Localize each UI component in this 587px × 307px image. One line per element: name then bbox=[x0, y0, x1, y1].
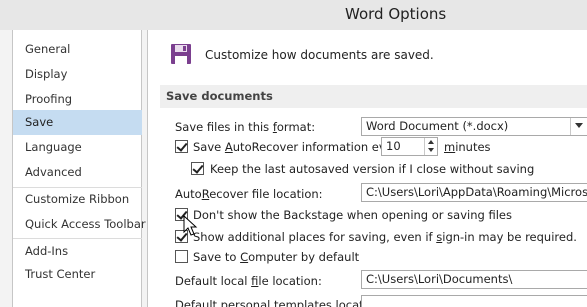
default-personal-templates-label: Default personal templates location: bbox=[175, 298, 386, 307]
section-header: Save documents bbox=[160, 85, 587, 108]
autorecover-checkbox[interactable] bbox=[175, 140, 188, 153]
autorecover-label: Save AutoRecover information every bbox=[193, 140, 405, 154]
save-header-text: Customize how documents are saved. bbox=[205, 48, 434, 62]
sidebar-item-language[interactable]: Language bbox=[13, 135, 142, 160]
save-format-value: Word Document (*.docx) bbox=[366, 119, 509, 133]
mouse-cursor-icon bbox=[183, 215, 198, 236]
save-options-panel: Customize how documents are saved. Save … bbox=[147, 30, 587, 307]
sidebar-item-proofing[interactable]: Proofing bbox=[13, 87, 142, 112]
default-personal-templates-input[interactable] bbox=[361, 295, 587, 307]
spinner-down-icon[interactable] bbox=[425, 146, 437, 154]
section-title: Save documents bbox=[166, 89, 273, 103]
save-to-computer-checkbox[interactable] bbox=[175, 250, 188, 263]
default-local-location-input[interactable]: C:\Users\Lori\Documents\ bbox=[361, 270, 587, 289]
title-bar: Word Options bbox=[0, 0, 587, 30]
sidebar-item-customize-ribbon[interactable]: Customize Ribbon bbox=[13, 187, 142, 212]
autorecover-minutes-spinner[interactable]: 10 bbox=[381, 137, 438, 156]
minutes-label: minutes bbox=[444, 140, 491, 154]
keep-last-autosaved-checkbox[interactable] bbox=[191, 162, 204, 175]
sidebar-item-save[interactable]: Save bbox=[13, 110, 142, 135]
window-title: Word Options bbox=[345, 5, 447, 23]
spinner-up-icon[interactable] bbox=[425, 138, 437, 146]
floppy-disk-icon bbox=[171, 44, 191, 64]
dont-show-backstage-label: Don't show the Backstage when opening or… bbox=[193, 208, 512, 222]
sidebar-item-display[interactable]: Display bbox=[13, 62, 142, 87]
save-format-dropdown[interactable]: Word Document (*.docx) bbox=[361, 117, 587, 136]
autorecover-location-label: AutoRecover file location: bbox=[175, 187, 323, 201]
chevron-down-icon bbox=[570, 118, 587, 135]
options-sidebar: General Display Proofing Save Language A… bbox=[12, 30, 146, 307]
show-additional-places-label: Show additional places for saving, even … bbox=[193, 230, 577, 244]
keep-last-autosaved-label: Keep the last autosaved version if I clo… bbox=[210, 162, 535, 176]
sidebar-item-quick-access-toolbar[interactable]: Quick Access Toolbar bbox=[13, 212, 146, 237]
save-format-label: Save files in this format: bbox=[175, 120, 316, 134]
sidebar-item-advanced[interactable]: Advanced bbox=[13, 160, 142, 185]
autorecover-minutes-value: 10 bbox=[386, 139, 401, 153]
default-local-location-label: Default local file location: bbox=[175, 274, 322, 288]
sidebar-item-add-ins[interactable]: Add-Ins bbox=[13, 239, 142, 264]
spinner-buttons bbox=[424, 138, 437, 155]
sidebar-item-trust-center[interactable]: Trust Center bbox=[13, 262, 142, 287]
save-to-computer-label: Save to Computer by default bbox=[193, 250, 360, 264]
sidebar-item-general[interactable]: General bbox=[13, 37, 142, 62]
autorecover-location-input[interactable]: C:\Users\Lori\AppData\Roaming\Microsoft\… bbox=[361, 183, 587, 202]
